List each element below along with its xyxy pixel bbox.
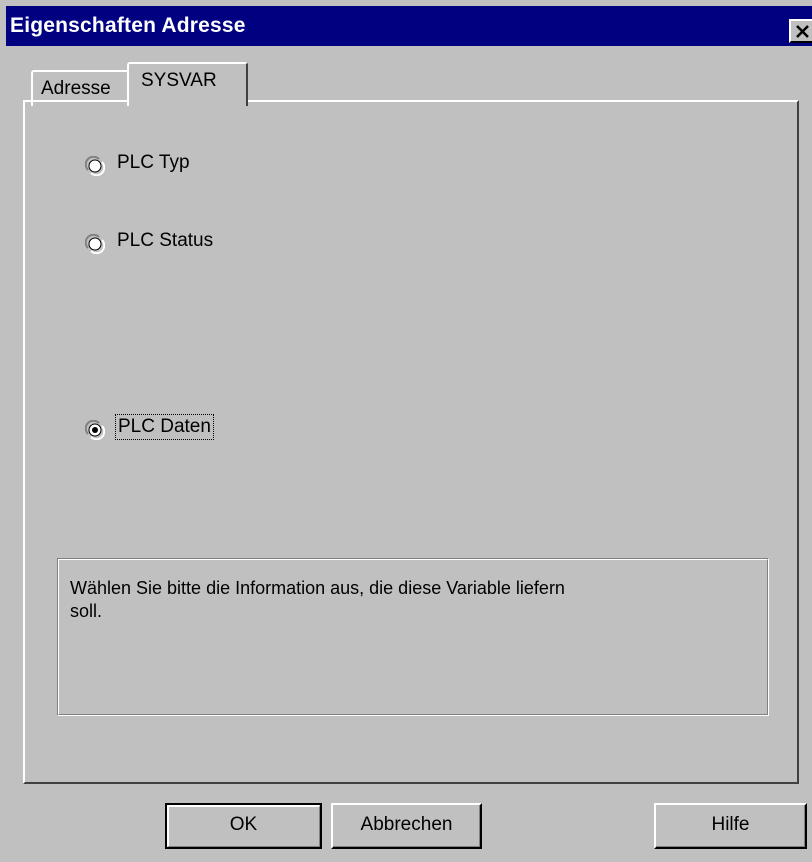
cancel-button-label: Abbrechen <box>360 814 453 835</box>
radio-plc-status-label: PLC Status <box>117 230 214 251</box>
info-text-line-1: Wählen Sie bitte die Information aus, di… <box>70 578 565 598</box>
cancel-button[interactable]: Abbrechen <box>331 803 482 849</box>
title-bar[interactable]: Eigenschaften Adresse <box>6 6 812 46</box>
radio-plc-typ-label: PLC Typ <box>117 152 190 173</box>
info-text: Wählen Sie bitte die Information aus, di… <box>70 577 670 623</box>
info-text-line-2: soll. <box>70 601 103 621</box>
window-title: Eigenschaften Adresse <box>10 14 246 37</box>
info-box: Wählen Sie bitte die Information aus, di… <box>57 558 769 716</box>
radio-icon[interactable] <box>85 156 105 176</box>
ok-button[interactable]: OK <box>165 803 322 849</box>
dialog-window: Eigenschaften Adresse Adresse SYSVAR PLC… <box>0 0 812 862</box>
close-icon <box>796 25 809 38</box>
radio-plc-daten-label: PLC Daten <box>115 414 214 440</box>
close-button[interactable] <box>789 19 812 43</box>
tab-sysvar-label: SYSVAR <box>141 70 217 91</box>
radio-icon[interactable] <box>85 234 105 254</box>
radio-selected-dot <box>92 427 98 433</box>
ok-button-label: OK <box>229 814 258 835</box>
help-button[interactable]: Hilfe <box>654 803 807 849</box>
help-button-label: Hilfe <box>711 814 750 835</box>
tab-join <box>129 100 246 103</box>
tab-adresse-label: Adresse <box>41 78 111 99</box>
radio-icon[interactable] <box>85 420 105 440</box>
